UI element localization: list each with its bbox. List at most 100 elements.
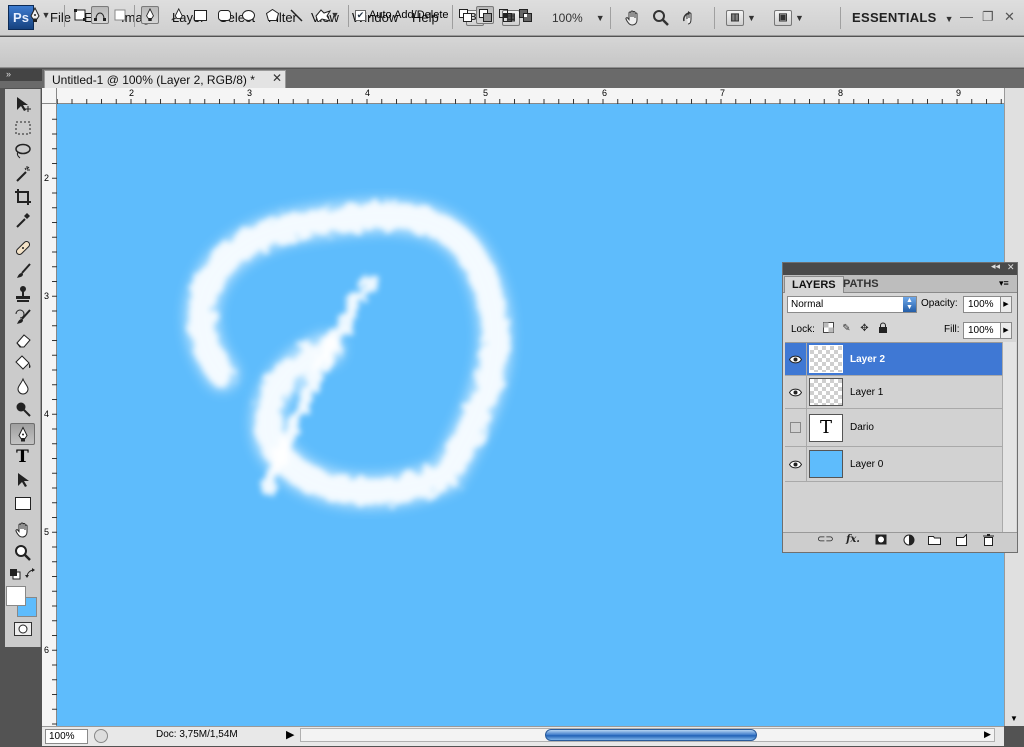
combine-areas-button[interactable] <box>456 6 474 24</box>
type-tool[interactable]: T <box>10 446 35 468</box>
hand-tool-button[interactable] <box>624 8 642 28</box>
fill-field[interactable]: 100% <box>963 322 1005 339</box>
tool-preset-picker[interactable]: ▼ <box>22 6 56 24</box>
pen-tool-option[interactable] <box>141 6 159 24</box>
zoom-tool[interactable] <box>10 542 35 564</box>
magic-wand-tool[interactable] <box>10 163 35 185</box>
dodge-tool[interactable] <box>10 398 35 420</box>
status-menu-arrow-icon[interactable]: ▶ <box>286 728 294 741</box>
arrange-documents-button[interactable]: ▥ ▼ <box>726 8 756 28</box>
intersect-areas-button[interactable] <box>496 6 514 24</box>
zoom-tool-button[interactable] <box>652 8 670 28</box>
move-tool[interactable] <box>10 93 35 115</box>
new-layer-icon[interactable] <box>953 533 969 548</box>
rectangle-tool[interactable] <box>10 492 35 514</box>
ellipse-option[interactable] <box>239 6 257 24</box>
path-selection-tool[interactable] <box>10 469 35 491</box>
pen-tool[interactable] <box>10 423 35 445</box>
lasso-tool[interactable] <box>10 140 35 162</box>
link-layers-icon[interactable]: ⊂⊃ <box>817 534 834 548</box>
visibility-toggle[interactable] <box>785 343 807 375</box>
screen-mode-button[interactable]: ▣ ▼ <box>774 8 804 28</box>
custom-shape-icon <box>314 8 331 22</box>
collapse-panel-icon[interactable]: ◂◂ <box>991 261 1000 272</box>
polygon-option[interactable] <box>263 6 281 24</box>
shape-layers-button[interactable] <box>71 6 89 24</box>
layer-row[interactable]: Layer 1 <box>785 376 1002 409</box>
subtract-areas-button[interactable] <box>476 6 494 24</box>
blend-mode-stepper-icon[interactable]: ▲ ▼ <box>903 297 916 312</box>
layer-row[interactable]: Layer 0 <box>785 447 1002 482</box>
default-colors-icon[interactable] <box>9 568 21 583</box>
opacity-field[interactable]: 100% <box>963 296 1005 313</box>
scroll-right-icon[interactable]: ▶ <box>984 729 991 740</box>
layers-panel-titlebar[interactable]: ◂◂ ✕ <box>783 261 1017 275</box>
add-mask-icon[interactable] <box>873 534 889 548</box>
clone-stamp-tool[interactable] <box>10 283 35 305</box>
lock-image-brush-icon[interactable]: ✎ <box>840 322 853 335</box>
status-info-icon[interactable] <box>94 729 108 743</box>
document-tab[interactable]: Untitled-1 @ 100% (Layer 2, RGB/8) * <box>44 70 286 88</box>
quick-mask-button[interactable] <box>14 622 32 636</box>
auto-add-delete-checkbox[interactable]: ✔ Auto Add/Delete <box>355 9 449 21</box>
horizontal-scrollbar-thumb[interactable] <box>545 729 757 741</box>
paths-mode-button[interactable] <box>91 6 109 24</box>
close-document-icon[interactable]: ✕ <box>272 71 282 85</box>
freeform-pen-option[interactable] <box>168 6 186 24</box>
brush-tool[interactable] <box>10 260 35 282</box>
close-icon[interactable]: ✕ <box>1004 9 1015 25</box>
scroll-down-icon[interactable]: ▼ <box>1010 714 1018 723</box>
layer-row[interactable]: T Dario <box>785 409 1002 447</box>
lock-all-icon[interactable] <box>876 322 889 335</box>
layers-scrollbar[interactable] <box>1002 342 1016 532</box>
fill-slider-arrow-icon[interactable]: ▶ <box>1000 322 1012 339</box>
document-size-info[interactable]: Doc: 3,75M/1,54M <box>156 729 238 740</box>
layer-style-fx-icon[interactable]: fx. <box>845 534 861 548</box>
rotate-view-button[interactable] <box>680 8 698 28</box>
zoom-level-field[interactable]: 100% <box>45 729 88 744</box>
lock-position-icon[interactable]: ✥ <box>858 322 871 335</box>
crop-tool[interactable] <box>10 186 35 208</box>
tab-paths[interactable]: PATHS <box>836 276 886 293</box>
lock-transparent-icon[interactable] <box>822 322 835 335</box>
swap-colors-icon[interactable] <box>25 568 37 583</box>
custom-shape-option[interactable]: ▼ <box>311 6 343 24</box>
restore-icon[interactable]: ❐ <box>982 9 994 25</box>
tab-layers[interactable]: LAYERS <box>784 276 844 293</box>
visibility-toggle[interactable] <box>785 409 807 446</box>
fill-pixels-button[interactable] <box>111 6 129 24</box>
zoom-level-dropdown[interactable]: 100% ▼ <box>552 8 605 28</box>
history-brush-tool[interactable] <box>10 306 35 328</box>
paint-bucket-tool[interactable] <box>10 352 35 374</box>
ruler-label: 3 <box>247 88 253 98</box>
water-drop-icon <box>16 377 29 395</box>
eyedropper-tool[interactable] <box>10 209 35 231</box>
close-panel-icon[interactable]: ✕ <box>1007 262 1015 273</box>
workspace-switcher[interactable]: ESSENTIALS ▼ <box>852 10 954 25</box>
rectangle-option[interactable] <box>191 6 209 24</box>
opacity-slider-arrow-icon[interactable]: ▶ <box>1000 296 1012 313</box>
visibility-toggle[interactable] <box>785 447 807 481</box>
rounded-rectangle-option[interactable] <box>215 6 233 24</box>
adjustment-layer-icon[interactable] <box>901 534 917 548</box>
panel-collapse-grip[interactable]: » <box>0 69 42 81</box>
marquee-tool[interactable] <box>10 117 35 139</box>
exclude-overlap-button[interactable] <box>516 6 534 24</box>
foreground-color-swatch[interactable] <box>6 586 26 606</box>
new-group-folder-icon[interactable] <box>926 534 942 548</box>
layer-row[interactable]: Layer 2 <box>785 343 1002 376</box>
blend-mode-select[interactable]: Normal <box>787 296 917 313</box>
ruler-origin[interactable] <box>42 88 57 104</box>
hand-tool[interactable] <box>10 519 35 541</box>
healing-brush-tool[interactable] <box>10 237 35 259</box>
line-option[interactable] <box>287 6 305 24</box>
minimize-icon[interactable]: — <box>960 9 973 24</box>
trash-icon[interactable] <box>980 534 996 548</box>
crop-icon <box>14 189 31 205</box>
eraser-tool[interactable] <box>10 329 35 351</box>
layer-thumbnail <box>809 450 843 478</box>
blur-tool[interactable] <box>10 375 35 397</box>
panel-menu-icon[interactable]: ▾≡ <box>999 278 1009 289</box>
visibility-toggle[interactable] <box>785 376 807 408</box>
options-bar <box>0 37 1024 68</box>
